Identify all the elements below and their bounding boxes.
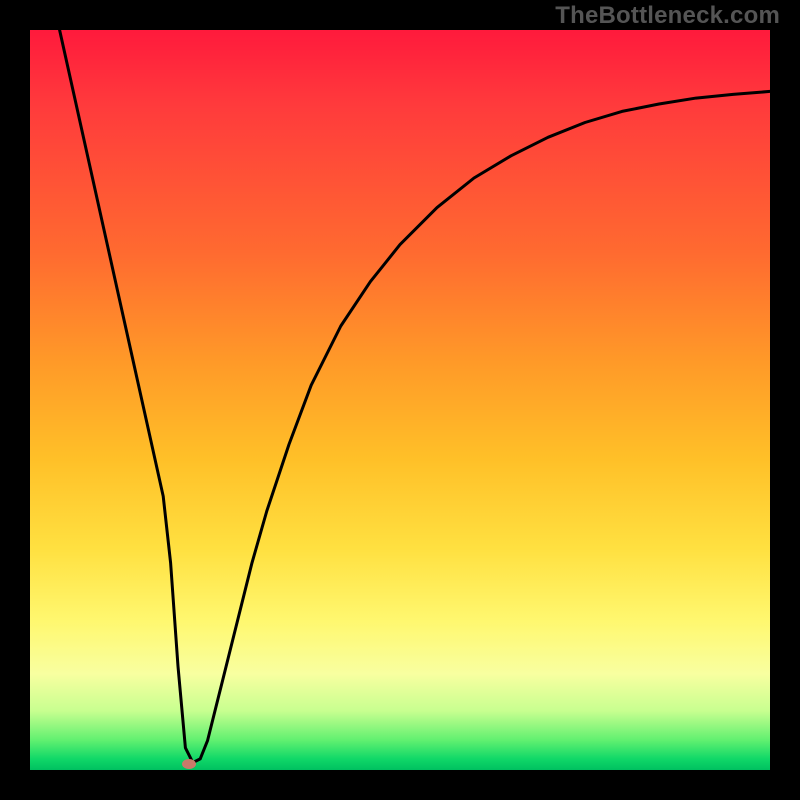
plot-area xyxy=(30,30,770,770)
chart-frame: TheBottleneck.com xyxy=(0,0,800,800)
bottleneck-curve xyxy=(30,30,770,770)
optimal-point-marker xyxy=(182,759,196,769)
watermark-text: TheBottleneck.com xyxy=(555,2,780,30)
